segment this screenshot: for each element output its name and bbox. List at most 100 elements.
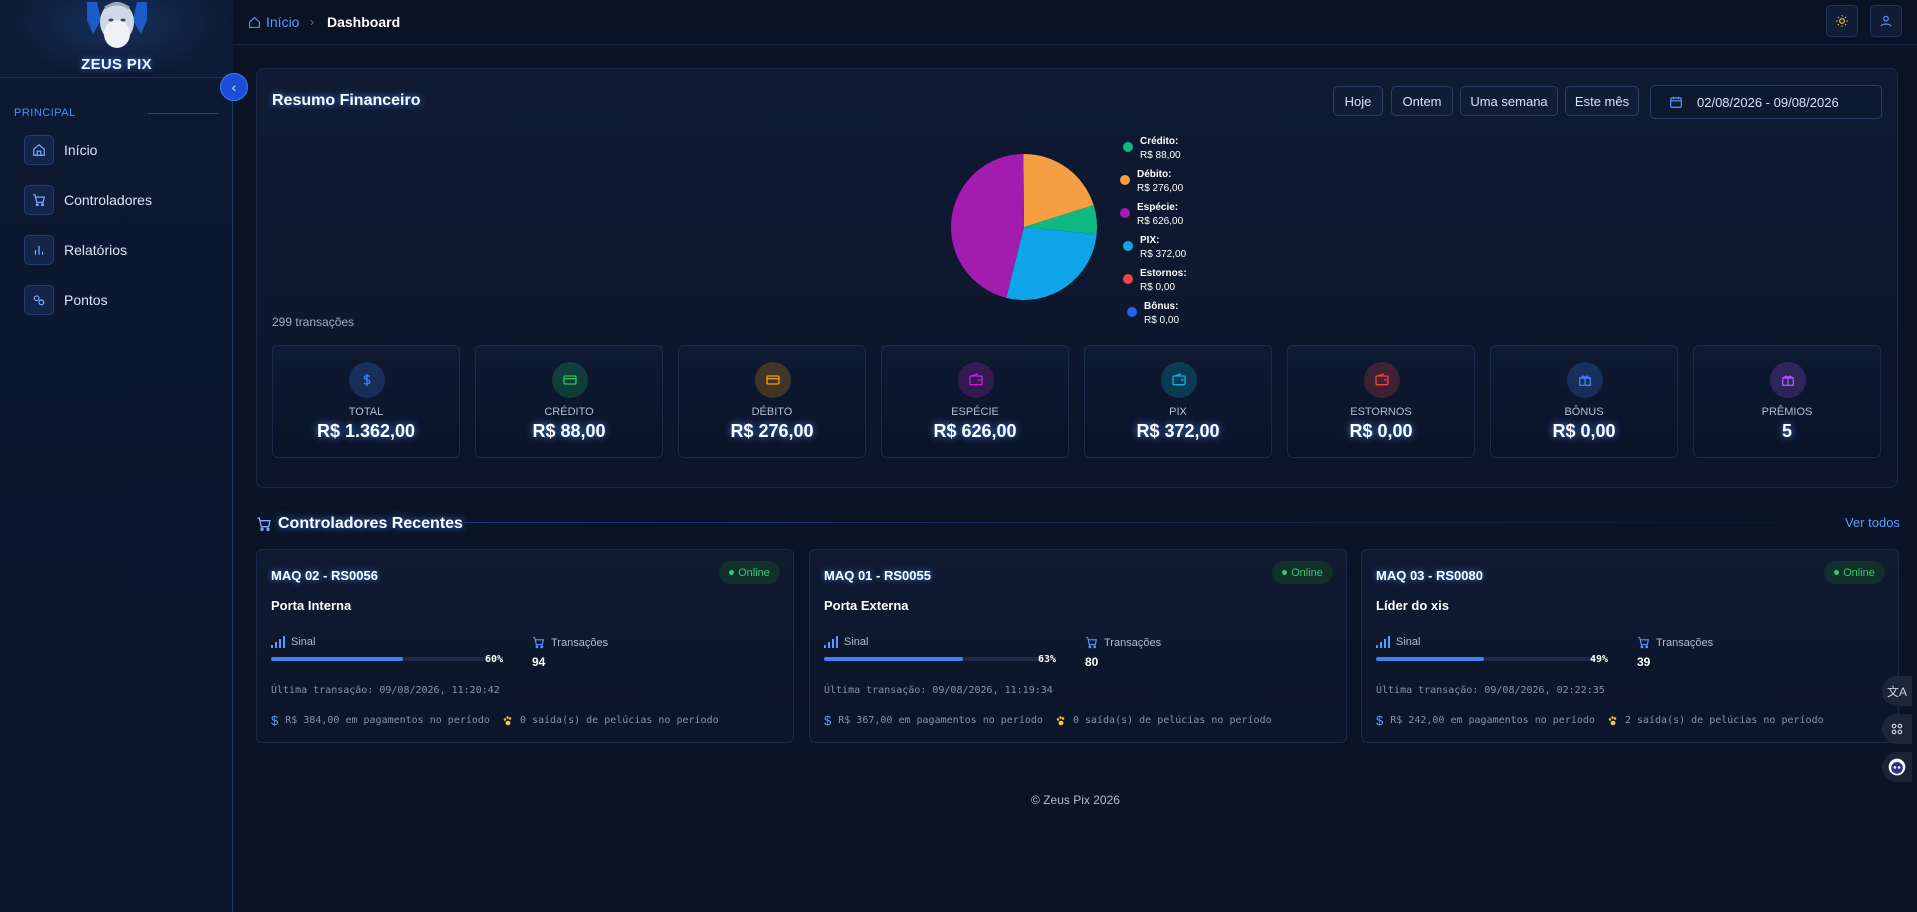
status-text: Online	[1843, 566, 1875, 579]
plush-text: 2 saída(s) de pelúcias no período	[1624, 715, 1824, 726]
legend-item: Estornos: R$ 0,00	[1123, 268, 1187, 293]
credit-card-icon	[552, 362, 588, 398]
legend-value: R$ 276,00	[1137, 183, 1184, 194]
last-transaction: Última transação: 09/08/2026, 11:19:34	[824, 685, 1053, 696]
breadcrumb-current: Dashboard	[327, 14, 401, 30]
logo[interactable]: ZEUS PIX	[0, 0, 233, 78]
legend-value: R$ 88,00	[1140, 150, 1181, 161]
signal-bar	[271, 657, 491, 661]
status-dot-icon	[1834, 570, 1840, 575]
payments-text: R$ 384,00 em pagamentos no período	[285, 715, 490, 726]
signal-bar	[1376, 657, 1596, 661]
stat-label: TOTAL	[348, 406, 384, 418]
stat-card-crédito: CRÉDITO R$ 88,00	[475, 345, 663, 458]
period-week-button[interactable]: Uma semana	[1460, 86, 1558, 116]
zeus-logo-icon	[87, 2, 147, 48]
legend-label: PIX:	[1140, 235, 1159, 246]
cart-icon	[257, 517, 271, 531]
home-icon	[24, 135, 54, 165]
legend-swatch	[1123, 274, 1133, 284]
stat-label: BÔNUS	[1564, 406, 1604, 418]
sidebar-item-relatorios[interactable]: Relatórios	[24, 235, 127, 265]
sidebar-item-label: Relatórios	[64, 242, 128, 258]
theme-toggle-button[interactable]	[1826, 5, 1858, 37]
plush-text: 0 saída(s) de pelúcias no período	[1072, 715, 1272, 726]
controller-name: MAQ 02 - RS0056	[271, 568, 378, 583]
chevron-right-icon: ›	[310, 15, 314, 29]
stat-value: 5	[1781, 421, 1792, 441]
legend-label: Estornos:	[1140, 268, 1187, 279]
extensions-button[interactable]	[1882, 714, 1912, 744]
controller-location: Porta Interna	[271, 598, 352, 613]
date-range-picker[interactable]: 02/08/2026 - 09/08/2026	[1650, 85, 1882, 119]
section-divider	[148, 113, 218, 114]
sidebar-item-controladores[interactable]: Controladores	[24, 185, 152, 215]
transactions-value: 39	[1637, 655, 1651, 669]
date-range-value: 02/08/2026 - 09/08/2026	[1697, 94, 1839, 110]
stat-label: ESTORNOS	[1350, 406, 1412, 418]
transactions-label-text: Transações	[1656, 636, 1714, 649]
legend-label: Crédito:	[1140, 136, 1178, 147]
controllers-header: Controladores Recentes	[256, 514, 463, 534]
signal-bar-fill	[1376, 657, 1484, 661]
stat-label: CRÉDITO	[544, 406, 594, 418]
sidebar-item-label: Pontos	[64, 292, 108, 308]
controller-card[interactable]: MAQ 01 - RS0055 Online Porta Externa Sin…	[809, 549, 1347, 743]
pix-wallet-icon	[1161, 362, 1197, 398]
period-yesterday-button[interactable]: Ontem	[1391, 86, 1453, 116]
legend-swatch	[1127, 307, 1137, 317]
dollar-icon	[349, 362, 385, 398]
gift-icon	[1567, 362, 1603, 398]
signal-icon	[1376, 636, 1390, 648]
legend-item: Débito: R$ 276,00	[1120, 169, 1184, 194]
controller-card[interactable]: MAQ 03 - RS0080 Online Líder do xis Sina…	[1361, 549, 1899, 743]
panel-title: Resumo Financeiro	[272, 92, 421, 109]
breadcrumb-home-label: Início	[266, 14, 300, 30]
stat-label: PIX	[1169, 406, 1187, 418]
stat-value: R$ 88,00	[532, 421, 606, 441]
sidebar-item-label: Controladores	[64, 192, 152, 208]
status-text: Online	[738, 566, 770, 579]
stat-card-espécie: ESPÉCIE R$ 626,00	[881, 345, 1069, 458]
payment-summary: $ R$ 384,00 em pagamentos no período 0 s…	[271, 713, 719, 728]
breadcrumb-home[interactable]: Início	[248, 14, 299, 30]
sidebar-item-inicio[interactable]: Início	[24, 135, 97, 165]
controller-location: Líder do xis	[1376, 598, 1449, 613]
see-all-link[interactable]: Ver todos	[1845, 515, 1900, 530]
bar-chart-icon	[24, 235, 54, 265]
period-today-button[interactable]: Hoje	[1333, 86, 1383, 116]
controller-card[interactable]: MAQ 02 - RS0056 Online Porta Interna Sin…	[256, 549, 794, 743]
translate-button[interactable]: 文A	[1882, 676, 1912, 706]
legend-swatch	[1120, 208, 1130, 218]
controller-name: MAQ 03 - RS0080	[1376, 568, 1483, 583]
controllers-title: Controladores Recentes	[278, 515, 463, 532]
footer-copyright: © Zeus Pix 2026	[1031, 793, 1120, 807]
home-icon	[249, 16, 260, 28]
financial-summary-panel: Resumo Financeiro Hoje Ontem Uma semana …	[256, 68, 1898, 488]
transactions-value: 80	[1085, 655, 1099, 669]
transactions-value: 94	[532, 655, 546, 669]
transactions-count: 299 transações	[272, 315, 355, 329]
stat-value: R$ 626,00	[933, 421, 1017, 441]
legend-item: Crédito: R$ 88,00	[1123, 136, 1181, 161]
status-dot-icon	[1282, 570, 1288, 575]
status-text: Online	[1291, 566, 1323, 579]
last-transaction: Última transação: 09/08/2026, 11:20:42	[271, 685, 500, 696]
map-pin-icon	[24, 285, 54, 315]
stat-value: R$ 0,00	[1552, 421, 1616, 441]
stat-label: DÉBITO	[751, 406, 793, 418]
controller-location: Porta Externa	[824, 598, 909, 613]
stat-value: R$ 1.362,00	[316, 421, 416, 441]
cart-icon	[533, 637, 545, 649]
legend-value: R$ 0,00	[1140, 282, 1175, 293]
translate-icon: 文A	[1886, 684, 1907, 699]
assistant-button[interactable]	[1882, 752, 1912, 782]
period-month-button[interactable]: Este mês	[1565, 86, 1639, 116]
collapse-sidebar-button[interactable]: ‹	[220, 73, 248, 101]
user-menu-button[interactable]	[1870, 5, 1902, 37]
signal-label-text: Sinal	[291, 636, 316, 648]
sidebar-item-pontos[interactable]: Pontos	[24, 285, 108, 315]
legend-value: R$ 626,00	[1137, 216, 1184, 227]
status-dot-icon	[729, 570, 735, 575]
stat-card-prêmios: PRÊMIOS 5	[1693, 345, 1881, 458]
